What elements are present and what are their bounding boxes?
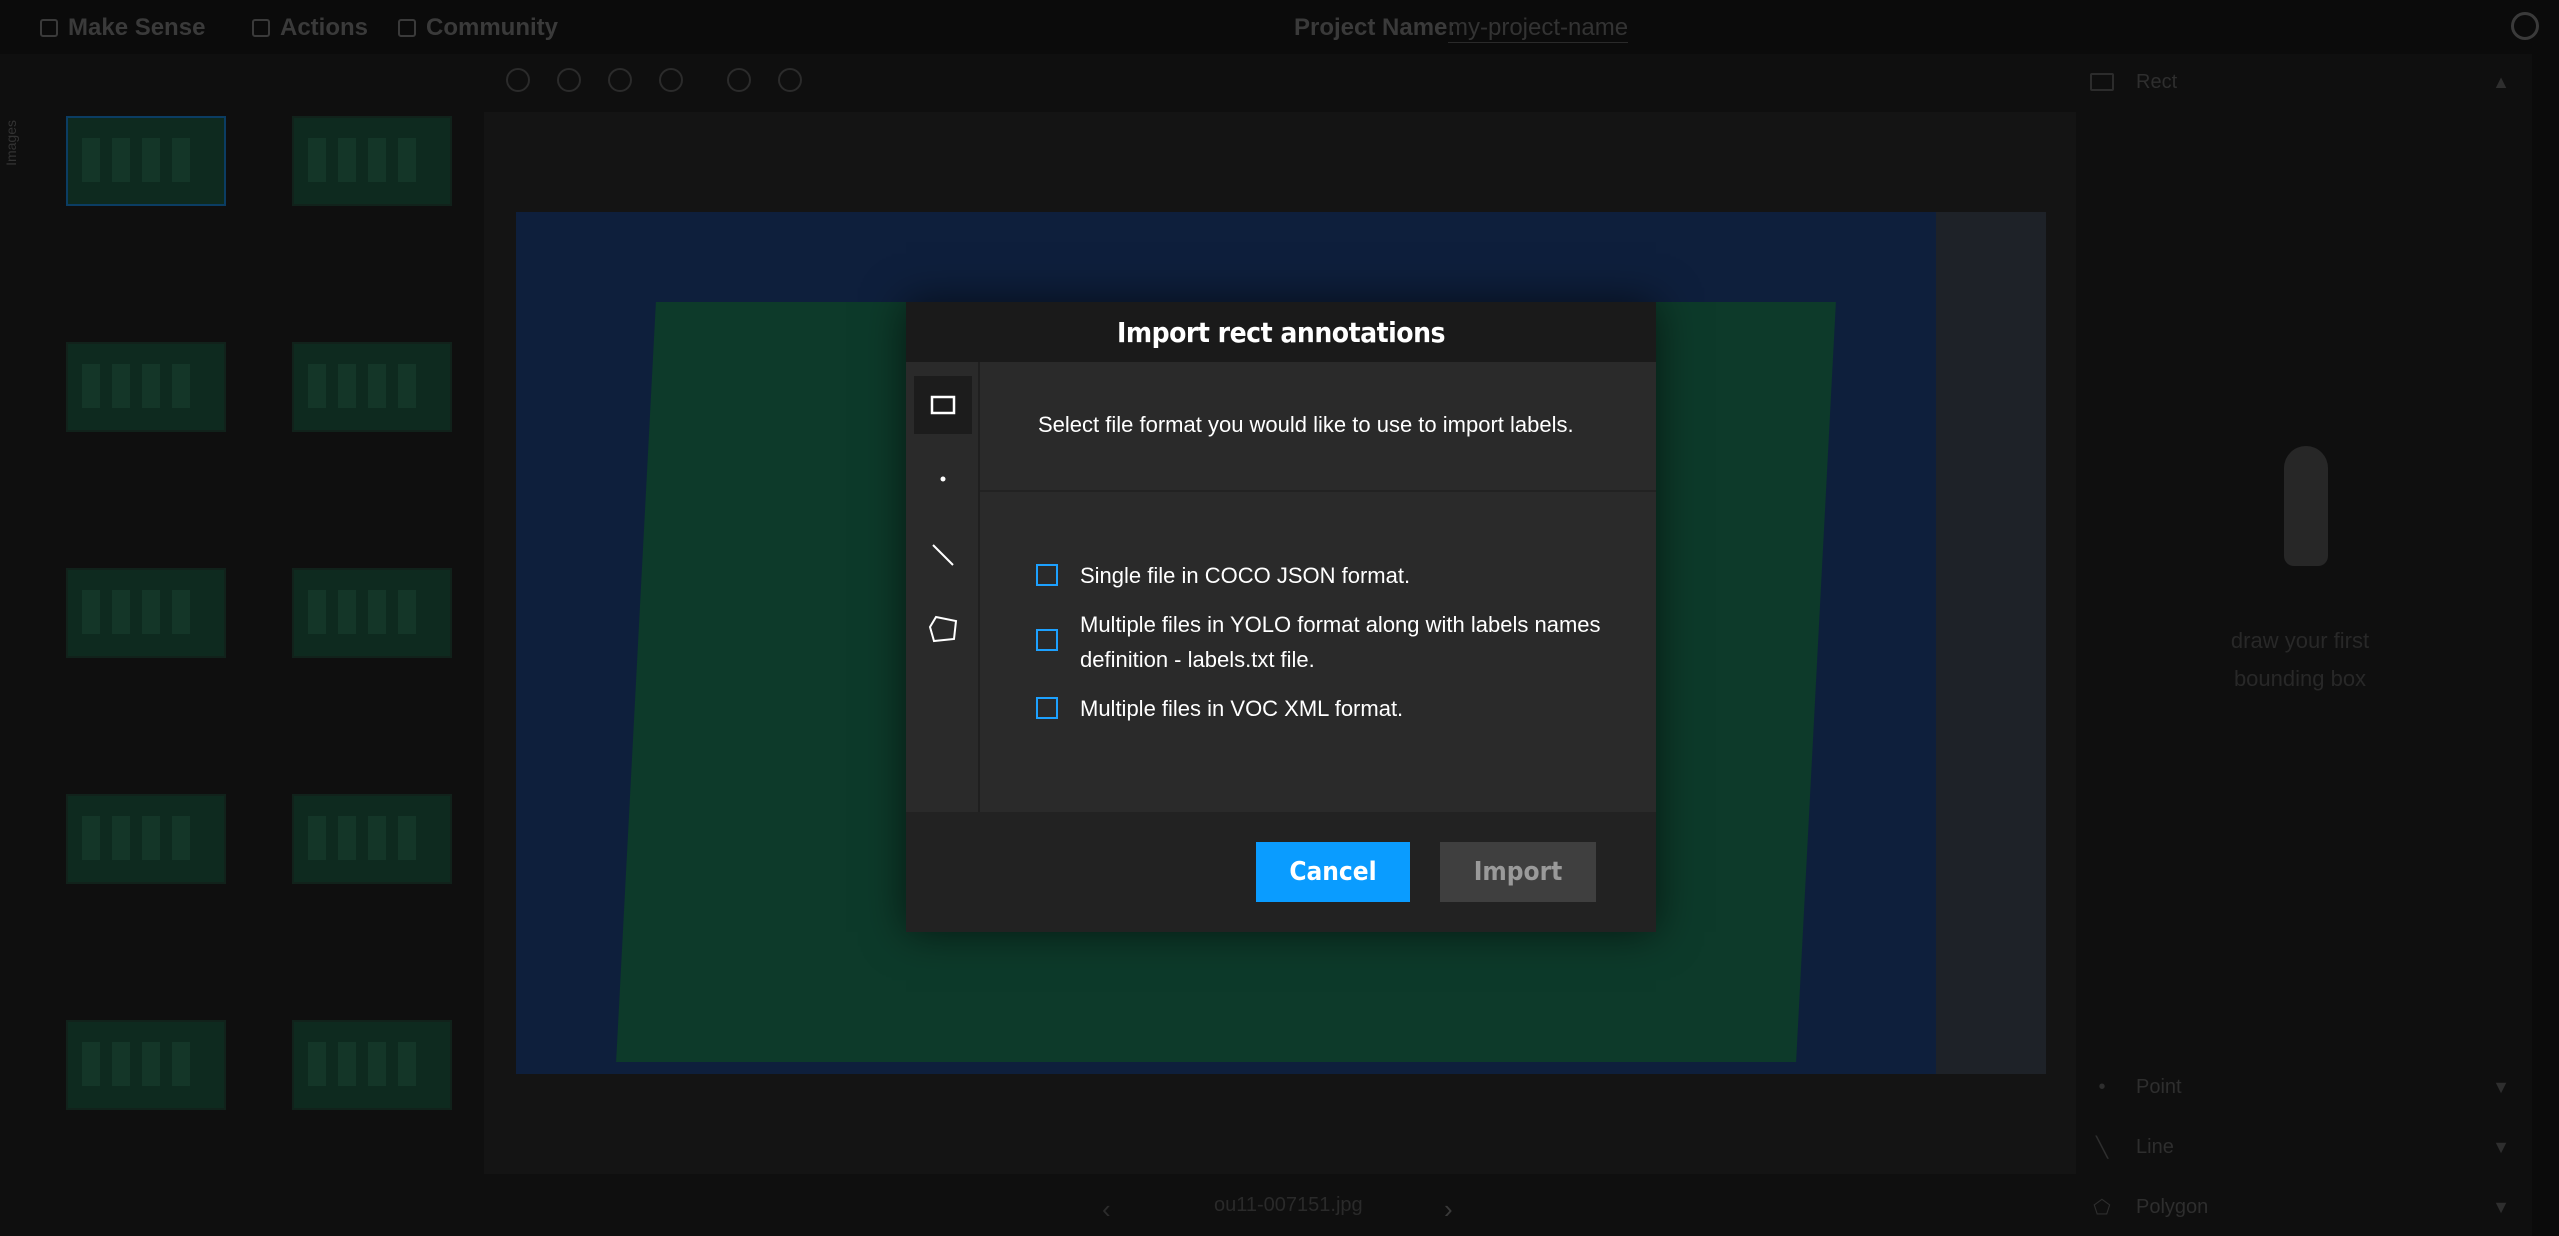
modal-header: Import rect annotations xyxy=(906,302,1656,362)
point-icon: • xyxy=(2098,1075,2106,1098)
menu-actions-label: Actions xyxy=(280,14,369,41)
label-section-title: Rect xyxy=(2136,70,2178,93)
current-file-name: ou11-007151.jpg xyxy=(1214,1194,1363,1216)
line-icon: ╲ xyxy=(2095,1136,2109,1159)
label-section-title: Point xyxy=(2136,1075,2182,1098)
image-wall xyxy=(1936,212,2046,1074)
empty-message-line: draw your first xyxy=(2230,628,2370,653)
top-navigation-bar: Make Sense Actions Community Project Nam… xyxy=(0,0,2559,54)
point-icon xyxy=(940,476,946,482)
empty-labels-message: draw your first bounding box xyxy=(2180,622,2420,698)
modal-content: Select file format you would like to use… xyxy=(980,362,1656,812)
label-section-title: Polygon xyxy=(2136,1195,2209,1218)
option-yolo[interactable]: Multiple files in YOLO format along with… xyxy=(1036,607,1616,677)
checkbox[interactable] xyxy=(1036,564,1058,586)
labels-panel-toggle[interactable] xyxy=(2532,54,2559,1236)
images-panel-toggle[interactable]: Images xyxy=(0,54,26,1236)
zoom-out-icon[interactable] xyxy=(557,68,581,92)
logo-icon xyxy=(40,19,58,37)
chevron-down-icon: ▼ xyxy=(2492,1136,2510,1157)
import-button[interactable]: Import xyxy=(1440,842,1596,902)
image-thumbnail[interactable] xyxy=(66,568,226,658)
line-icon xyxy=(932,544,954,566)
tab-polygon[interactable] xyxy=(914,600,972,658)
brand-name: Make Sense xyxy=(68,14,206,41)
menu-community-label: Community xyxy=(426,14,558,41)
editor-toolbar xyxy=(484,54,2076,112)
modal-title: Import rect annotations xyxy=(1116,315,1446,349)
github-icon[interactable] xyxy=(2511,12,2539,40)
annotation-type-tabs xyxy=(906,362,980,812)
label-section-line[interactable]: ╲ Line ▼ xyxy=(2090,1127,2510,1167)
option-label: Single file in COCO JSON format. xyxy=(1080,563,1411,588)
import-prompt: Select file format you would like to use… xyxy=(1038,412,1574,437)
checkbox[interactable] xyxy=(1036,629,1058,651)
menu-community[interactable]: Community xyxy=(398,14,558,42)
brand-logo[interactable]: Make Sense xyxy=(40,14,205,42)
image-thumbnail[interactable] xyxy=(292,1020,452,1110)
menu-actions[interactable]: Actions xyxy=(252,14,368,42)
modal-footer: Cancel Import xyxy=(906,812,1656,932)
image-thumbnail[interactable] xyxy=(292,568,452,658)
checkbox[interactable] xyxy=(1036,697,1058,719)
images-panel-label: Images xyxy=(3,120,19,166)
image-thumbnail[interactable] xyxy=(66,342,226,432)
tab-point[interactable] xyxy=(914,450,972,508)
crosshair-icon[interactable] xyxy=(778,68,802,92)
next-image-icon[interactable]: › xyxy=(1444,1194,1453,1225)
image-thumbnail[interactable] xyxy=(66,794,226,884)
polygon-icon xyxy=(928,615,958,643)
community-icon xyxy=(398,19,416,37)
rocket-icon xyxy=(2284,446,2328,566)
tab-rect[interactable] xyxy=(914,376,972,434)
previous-image-icon[interactable]: ‹ xyxy=(1102,1194,1111,1225)
zoom-fit-icon[interactable] xyxy=(608,68,632,92)
import-annotations-modal: Import rect annotations Select file form… xyxy=(906,302,1656,932)
rect-icon xyxy=(930,395,956,415)
empty-message-line: bounding box xyxy=(2233,666,2367,691)
image-thumbnail[interactable] xyxy=(292,116,452,206)
label-section-title: Line xyxy=(2136,1135,2174,1158)
option-label: Multiple files in VOC XML format. xyxy=(1080,696,1404,721)
modal-body: Select file format you would like to use… xyxy=(906,362,1656,812)
project-name-input[interactable]: my-project-name xyxy=(1448,14,1629,43)
chevron-up-icon: ▲ xyxy=(2492,71,2510,92)
hand-icon[interactable] xyxy=(727,68,751,92)
polygon-icon: ⬠ xyxy=(2093,1196,2111,1219)
divider xyxy=(980,490,1656,492)
image-thumbnail[interactable] xyxy=(292,342,452,432)
cancel-button[interactable]: Cancel xyxy=(1256,842,1410,902)
actions-icon xyxy=(252,19,270,37)
zoom-max-icon[interactable] xyxy=(659,68,683,92)
chevron-down-icon: ▼ xyxy=(2492,1196,2510,1217)
label-section-point[interactable]: • Point ▼ xyxy=(2090,1067,2510,1107)
image-thumbnail[interactable] xyxy=(66,116,226,206)
chevron-down-icon: ▼ xyxy=(2492,1076,2510,1097)
format-options: Single file in COCO JSON format. Multipl… xyxy=(1036,558,1616,740)
label-section-polygon[interactable]: ⬠ Polygon ▼ xyxy=(2090,1187,2510,1227)
tab-line[interactable] xyxy=(914,526,972,584)
option-coco-json[interactable]: Single file in COCO JSON format. xyxy=(1036,558,1616,593)
image-thumbnail[interactable] xyxy=(66,1020,226,1110)
rect-icon xyxy=(2090,73,2114,91)
option-voc-xml[interactable]: Multiple files in VOC XML format. xyxy=(1036,691,1616,726)
image-thumbnail[interactable] xyxy=(292,794,452,884)
project-name-label: Project Name: xyxy=(1294,14,1456,41)
label-section-rect[interactable]: Rect ▲ xyxy=(2090,62,2510,102)
option-label: Multiple files in YOLO format along with… xyxy=(1080,612,1601,672)
zoom-in-icon[interactable] xyxy=(506,68,530,92)
